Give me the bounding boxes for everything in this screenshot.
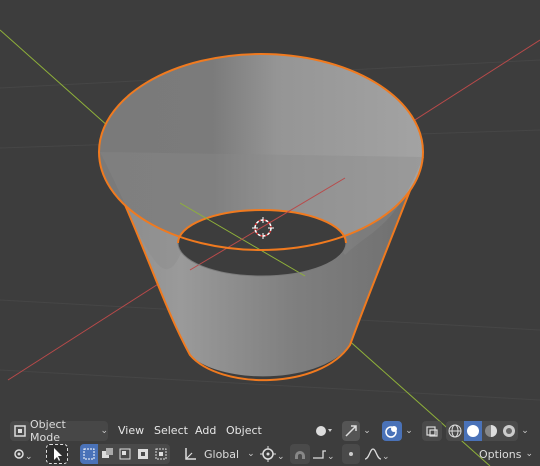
svg-text:⌄: ⌄	[277, 452, 284, 462]
orientation-label: Global	[204, 447, 240, 461]
orientation-dropdown[interactable]: Global ⌄	[180, 444, 260, 464]
mode-label: Object Mode	[30, 418, 66, 444]
viewport-canvas[interactable]	[0, 0, 540, 466]
xray-toggle-icon[interactable]	[422, 421, 442, 441]
select-mode-group	[80, 444, 170, 464]
overlay-toggle-icon[interactable]	[382, 421, 402, 441]
material-shading-icon[interactable]	[482, 421, 500, 441]
proportional-edit-icon[interactable]	[342, 444, 360, 464]
orientation-icon	[185, 448, 196, 460]
chevron-down-icon: ⌄	[97, 426, 108, 436]
options-dropdown[interactable]: Options ⌄	[478, 444, 534, 464]
solid-shading-icon[interactable]	[464, 421, 482, 441]
viewport-shading-group	[446, 421, 518, 441]
menu-view[interactable]: View	[118, 421, 144, 441]
select-extend-icon[interactable]	[98, 444, 116, 464]
selected-mesh-object[interactable]	[98, 53, 424, 382]
select-subtract-icon[interactable]	[116, 444, 134, 464]
svg-text:⌄: ⌄	[327, 452, 335, 462]
menu-object[interactable]: Object	[226, 421, 262, 441]
blender-3d-viewport-window: Object Mode ⌄ View Select Add Object ⌄ ⌄…	[0, 0, 540, 466]
options-label: Options	[479, 447, 522, 461]
menu-add[interactable]: Add	[195, 421, 216, 441]
select-tool-icon[interactable]	[46, 444, 68, 464]
proportional-falloff-icon[interactable]: ⌄	[362, 444, 390, 464]
overlay-dropdown-icon[interactable]: ⌄	[404, 421, 414, 441]
select-box-icon[interactable]	[80, 444, 98, 464]
view-orbit-icon[interactable]	[312, 421, 338, 441]
svg-text:⌄: ⌄	[25, 452, 33, 462]
menu-select[interactable]: Select	[154, 421, 188, 441]
snap-icon[interactable]	[290, 444, 310, 464]
viewport-header: Object Mode ⌄ View Select Add Object ⌄ ⌄…	[0, 418, 540, 444]
rendered-shading-icon[interactable]	[500, 421, 518, 441]
snap-target-icon[interactable]: ⌄	[310, 444, 336, 464]
select-intersect-icon[interactable]	[152, 444, 170, 464]
wireframe-shading-icon[interactable]	[446, 421, 464, 441]
pivot-point-icon[interactable]: ⌄	[258, 444, 284, 464]
editor-type-icon[interactable]	[10, 421, 30, 441]
transform-pivot-icon[interactable]: ⌄	[10, 444, 36, 464]
chevron-down-icon: ⌄	[247, 449, 255, 459]
chevron-down-icon: ⌄	[525, 449, 533, 459]
select-invert-icon[interactable]	[134, 444, 152, 464]
tool-settings-bar: ⌄ Global ⌄ ⌄ ⌄ ⌄ Options ⌄	[0, 442, 540, 466]
svg-text:⌄: ⌄	[382, 452, 390, 462]
gizmo-dropdown-icon[interactable]: ⌄	[362, 421, 372, 441]
shading-dropdown-icon[interactable]: ⌄	[520, 421, 530, 441]
mode-dropdown[interactable]: Object Mode ⌄	[30, 418, 108, 444]
gizmo-toggle-icon[interactable]	[342, 421, 360, 441]
